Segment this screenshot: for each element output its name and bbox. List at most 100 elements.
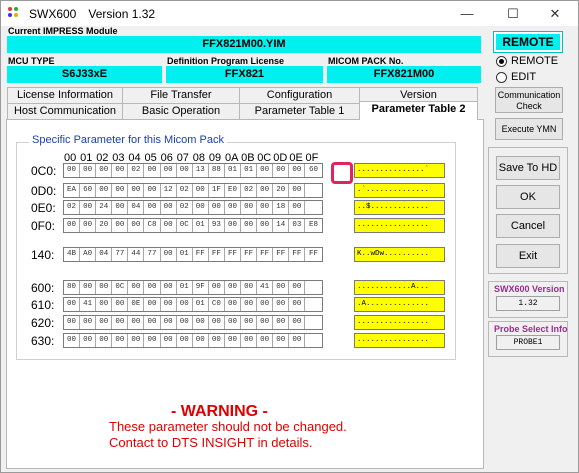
hex-cell[interactable]: 12 [161,184,177,197]
hex-cell[interactable]: 93 [209,219,225,232]
hex-cell[interactable]: FF [209,248,225,261]
hex-cell[interactable]: FF [257,248,274,261]
tab-configuration[interactable]: Configuration [239,87,360,103]
hex-cell[interactable]: 00 [64,298,81,311]
hex-cell[interactable]: 02 [177,201,193,214]
hex-cell[interactable]: 20 [273,184,290,197]
hex-cell[interactable]: 00 [289,281,306,294]
hex-cell[interactable] [305,298,321,311]
radio-edit[interactable]: EDIT [496,71,536,83]
hex-cell[interactable]: 00 [144,281,161,294]
hex-cell[interactable]: A0 [80,248,97,261]
hex-cell[interactable]: 00 [273,316,290,329]
hex-cell[interactable]: 00 [112,219,129,232]
hex-cell[interactable]: 00 [257,201,274,214]
hex-cell[interactable]: 00 [112,334,129,347]
hex-cell[interactable]: 01 [193,219,209,232]
hex-cell[interactable]: 00 [64,316,81,329]
hex-cell[interactable]: 00 [112,316,129,329]
hex-cell[interactable]: FF [241,248,258,261]
close-button[interactable]: ✕ [532,1,578,26]
hex-cell[interactable]: 00 [241,334,258,347]
hex-cell[interactable] [305,334,321,347]
hex-cell[interactable]: 00 [177,316,193,329]
hex-cell[interactable]: 00 [112,201,129,214]
hex-cell[interactable]: 00 [193,201,209,214]
hex-cell[interactable]: 41 [257,281,274,294]
radio-edit-indicator[interactable] [496,71,507,83]
hex-cell[interactable]: 77 [144,248,161,261]
hex-cell[interactable]: FF [289,248,306,261]
hex-cell[interactable] [305,184,321,197]
hex-cell[interactable]: 00 [128,219,145,232]
hex-cell[interactable]: 02 [177,184,193,197]
hex-cell[interactable]: 00 [80,281,97,294]
ok-button[interactable]: OK [496,185,560,209]
exit-button[interactable]: Exit [496,244,560,268]
hex-cell[interactable]: 24 [96,201,113,214]
hex-cell[interactable]: 00 [225,281,242,294]
hex-cell[interactable]: 00 [144,184,161,197]
hex-cell[interactable]: 00 [225,219,242,232]
hex-cell[interactable]: 04 [128,201,145,214]
hex-cell[interactable]: 00 [80,219,97,232]
hex-cell[interactable]: 1F [209,184,225,197]
radio-remote[interactable]: REMOTE [496,55,558,67]
hex-cell[interactable]: 00 [144,334,161,347]
hex-cell[interactable]: E8 [305,219,321,232]
hex-cell[interactable]: 4B [64,248,81,261]
hex-cell[interactable]: 00 [257,184,274,197]
hex-cell[interactable]: 00 [64,334,81,347]
hex-cell[interactable] [305,316,321,329]
hex-cell[interactable]: 00 [96,334,113,347]
tab-file-transfer[interactable]: File Transfer [122,87,240,103]
hex-cell[interactable]: 00 [257,219,274,232]
hex-cell[interactable]: 13 [193,164,209,177]
hex-cell[interactable]: FF [305,248,321,261]
hex-cell[interactable]: 00 [273,334,290,347]
hex-cell[interactable]: 00 [241,298,258,311]
hex-cell[interactable]: 00 [241,219,258,232]
minimize-button[interactable]: — [444,1,490,26]
hex-cell[interactable]: 41 [80,298,97,311]
hex-cell[interactable]: FF [273,248,290,261]
hex-cell[interactable]: 00 [193,184,209,197]
tab-basic-operation[interactable]: Basic Operation [122,103,240,119]
hex-cell[interactable]: 01 [241,164,258,177]
hex-cell[interactable]: 00 [144,298,161,311]
hex-cell[interactable]: 00 [112,298,129,311]
hex-cell[interactable]: 00 [96,316,113,329]
hex-cell[interactable]: 00 [96,164,113,177]
hex-cell[interactable]: 60 [305,164,321,177]
hex-cell[interactable]: 01 [225,164,242,177]
hex-cell[interactable]: 00 [161,316,177,329]
hex-cell[interactable]: 00 [161,248,177,261]
hex-cell[interactable]: C0 [209,298,225,311]
hex-cell[interactable]: 77 [112,248,129,261]
hex-cell[interactable]: 04 [96,248,113,261]
hex-cell[interactable]: 00 [161,201,177,214]
hex-cell[interactable]: 00 [273,164,290,177]
hex-cell[interactable]: 00 [225,201,242,214]
hex-cell[interactable]: 00 [209,316,225,329]
hex-cell[interactable]: 00 [161,298,177,311]
hex-cell[interactable]: 00 [96,184,113,197]
tab-parameter-table-1[interactable]: Parameter Table 1 [239,103,360,119]
hex-cell[interactable]: 00 [209,281,225,294]
radio-remote-indicator[interactable] [496,55,507,67]
hex-cell[interactable]: 00 [112,184,129,197]
hex-cell[interactable]: 00 [273,281,290,294]
hex-cell[interactable]: 00 [257,334,274,347]
hex-cell[interactable]: 00 [80,316,97,329]
hex-cell[interactable]: 02 [128,164,145,177]
hex-cell[interactable]: 20 [96,219,113,232]
hex-cell[interactable]: 00 [273,298,290,311]
hex-cell[interactable]: 14 [273,219,290,232]
hex-cell[interactable]: 02 [64,201,81,214]
hex-cell[interactable]: 01 [177,248,193,261]
hex-cell[interactable]: FF [193,248,209,261]
hex-cell[interactable]: 00 [289,298,306,311]
hex-cell[interactable]: 00 [128,184,145,197]
tab-parameter-table-2[interactable]: Parameter Table 2 [359,101,478,120]
hex-cell[interactable]: 00 [257,164,274,177]
